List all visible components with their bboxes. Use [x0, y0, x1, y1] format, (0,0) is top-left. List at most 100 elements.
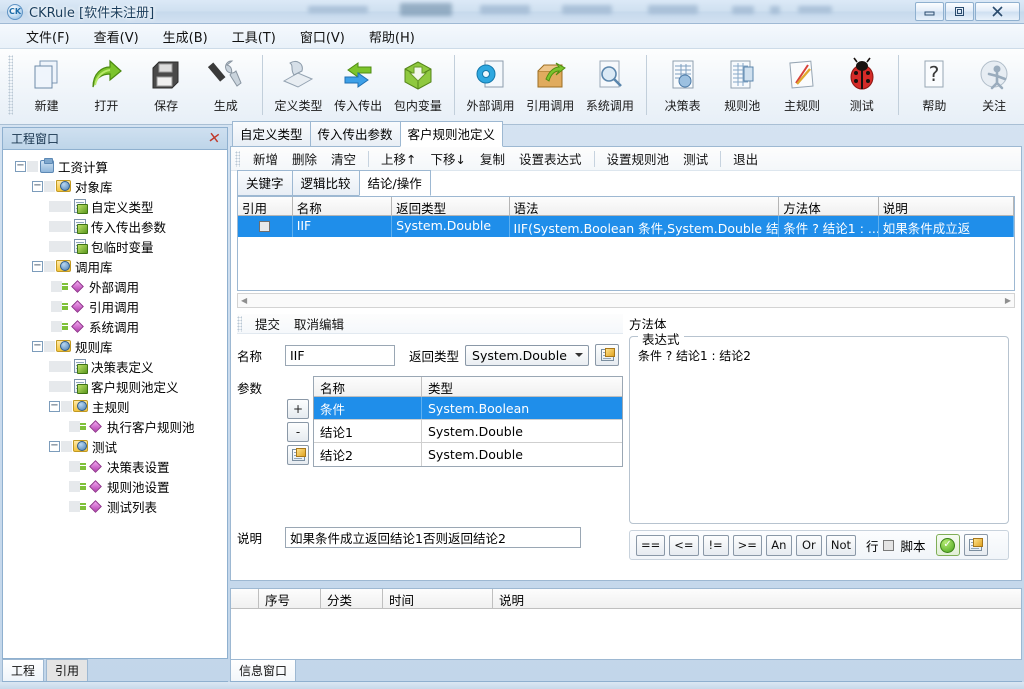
action-move-down[interactable]: 下移↓ [424, 147, 473, 170]
return-type-browse-button[interactable] [595, 344, 620, 366]
tree-item-rule-pool-settings[interactable]: 规则池设置 [9, 476, 225, 496]
toolbar-button-reference-call[interactable]: 引用调用 [520, 53, 580, 114]
confirm-button[interactable]: ✓ [935, 534, 960, 556]
toolbar-button-open[interactable]: 打开 [77, 53, 137, 114]
script-checkbox[interactable] [882, 539, 894, 551]
info-header-description[interactable]: 说明 [493, 589, 793, 608]
menu-view[interactable]: 查看(V) [82, 24, 151, 49]
tab-info-window[interactable]: 信息窗口 [230, 659, 297, 681]
action-delete[interactable]: 删除 [285, 147, 324, 170]
params-header-name[interactable]: 名称 [314, 377, 422, 396]
grid-horizontal-scrollbar[interactable]: ◀ ▶ [237, 293, 1015, 308]
tree-item-payroll[interactable]: − 工资计算 [9, 156, 225, 176]
toolbar-button-define-type[interactable]: 定义类型 [269, 53, 329, 114]
grid-header-description[interactable]: 说明 [879, 197, 1014, 215]
menu-tools[interactable]: 工具(T) [220, 24, 288, 49]
toolbar-grip[interactable] [235, 150, 240, 167]
action-copy[interactable]: 复制 [473, 147, 512, 170]
operator-greater-equal-button[interactable]: >= [732, 534, 762, 556]
toolbar-button-package-var[interactable]: 包内变量 [388, 53, 448, 114]
toolbar-button-new[interactable]: 新建 [17, 53, 77, 114]
name-input[interactable]: IIF [285, 344, 395, 366]
operator-less-equal-button[interactable]: <= [669, 534, 699, 556]
param-type[interactable]: System.Boolean [422, 397, 622, 419]
close-x-icon[interactable]: ✕ [207, 128, 222, 148]
reference-checkbox[interactable] [259, 221, 271, 232]
grid-header-reference[interactable]: 引用 [238, 197, 293, 215]
expander-toggle[interactable]: − [49, 400, 60, 412]
tab-custom-type[interactable]: 自定义类型 [232, 121, 311, 147]
list-item[interactable]: 结论2 System.Double [314, 443, 622, 466]
tab-project[interactable]: 工程 [2, 659, 45, 681]
tree-item-main-rule[interactable]: − 主规则 [9, 396, 225, 416]
expander-toggle[interactable]: − [32, 180, 43, 192]
tree-item-decision-table-def[interactable]: 决策表定义 [9, 356, 225, 376]
maximize-button[interactable] [945, 2, 974, 21]
toolbar-button-system-call[interactable]: 系统调用 [580, 53, 640, 114]
tree-item-object-lib[interactable]: − 对象库 [9, 176, 225, 196]
toolbar-button-main-rule[interactable]: 主规则 [772, 53, 832, 114]
grid-header-syntax[interactable]: 语法 [510, 197, 780, 215]
tree-item-custom-type[interactable]: 自定义类型 [9, 196, 225, 216]
toolbar-button-build[interactable]: 生成 [196, 53, 256, 114]
tab-reference[interactable]: 引用 [46, 659, 89, 681]
grid-header-method-body[interactable]: 方法体 [779, 197, 879, 215]
add-parameter-button[interactable]: + [287, 399, 309, 419]
menu-help[interactable]: 帮助(H) [357, 24, 427, 49]
script-edit-button[interactable] [963, 534, 988, 556]
tree-item-rule-lib[interactable]: − 规则库 [9, 336, 225, 356]
scroll-right-arrow-icon[interactable]: ▶ [1002, 296, 1014, 305]
param-name[interactable]: 结论1 [314, 420, 422, 442]
info-header-blank[interactable] [231, 589, 259, 608]
row-return-type[interactable]: System.Double [392, 216, 510, 237]
toolbar-grip[interactable] [237, 315, 242, 332]
param-type[interactable]: System.Double [422, 420, 622, 442]
toolbar-button-decision-table[interactable]: 决策表 [653, 53, 713, 114]
toolbar-button-external-call[interactable]: 外部调用 [461, 53, 521, 114]
param-name[interactable]: 结论2 [314, 443, 422, 466]
return-type-select[interactable]: System.Double [465, 344, 590, 366]
toolbar-button-save[interactable]: 保存 [136, 53, 196, 114]
params-header-type[interactable]: 类型 [422, 377, 622, 396]
list-item[interactable]: 条件 System.Boolean [314, 397, 622, 420]
submit-button[interactable]: 提交 [248, 312, 287, 335]
tab-keyword[interactable]: 关键字 [237, 170, 293, 196]
menu-build[interactable]: 生成(B) [151, 24, 220, 49]
operator-and-button[interactable]: An [765, 534, 792, 556]
minimize-button[interactable] [915, 2, 944, 21]
action-test[interactable]: 测试 [676, 147, 715, 170]
menu-window[interactable]: 窗口(V) [288, 24, 357, 49]
toolbar-button-rule-pool[interactable]: 规则池 [712, 53, 772, 114]
tree-item-package-temp-var[interactable]: 包临时变量 [9, 236, 225, 256]
row-reference-checkbox-cell[interactable] [238, 216, 293, 237]
action-exit[interactable]: 退出 [726, 147, 765, 170]
tree-item-system-call[interactable]: 系统调用 [9, 316, 225, 336]
toolbar-button-help[interactable]: ? 帮助 [905, 53, 965, 114]
grid-header-return-type[interactable]: 返回类型 [392, 197, 510, 215]
tree-item-exec-customer-rule-pool[interactable]: 执行客户规则池 [9, 416, 225, 436]
tree-item-test-list[interactable]: 测试列表 [9, 496, 225, 516]
toolbar-grip[interactable] [8, 55, 13, 115]
list-item[interactable]: 结论1 System.Double [314, 420, 622, 443]
info-header-sequence[interactable]: 序号 [259, 589, 321, 608]
action-move-up[interactable]: 上移↑ [374, 147, 423, 170]
toolbar-button-follow[interactable]: 关注 [964, 53, 1024, 114]
menu-file[interactable]: 文件(F) [14, 24, 82, 49]
close-button[interactable] [975, 2, 1020, 21]
tree-item-in-out-params[interactable]: 传入传出参数 [9, 216, 225, 236]
expander-toggle[interactable]: − [15, 160, 26, 172]
grid-header-name[interactable]: 名称 [293, 197, 393, 215]
info-header-category[interactable]: 分类 [321, 589, 383, 608]
tree-item-customer-rule-pool-def[interactable]: 客户规则池定义 [9, 376, 225, 396]
expression-fieldset[interactable]: 表达式 条件 ? 结论1 : 结论2 [629, 329, 1009, 524]
tree-item-external-call[interactable]: 外部调用 [9, 276, 225, 296]
tree-item-call-lib[interactable]: − 调用库 [9, 256, 225, 276]
tree-item-reference-call[interactable]: 引用调用 [9, 296, 225, 316]
tab-customer-rule-pool-def[interactable]: 客户规则池定义 [399, 121, 504, 147]
row-description[interactable]: 如果条件成立返 [879, 216, 1014, 237]
row-method-body[interactable]: 条件 ? 结论1 : ... [779, 216, 879, 237]
action-set-expression[interactable]: 设置表达式 [512, 147, 589, 170]
tree-item-decision-table-settings[interactable]: 决策表设置 [9, 456, 225, 476]
toolbar-button-test[interactable]: 测试 [832, 53, 892, 114]
cancel-edit-button[interactable]: 取消编辑 [287, 312, 351, 335]
